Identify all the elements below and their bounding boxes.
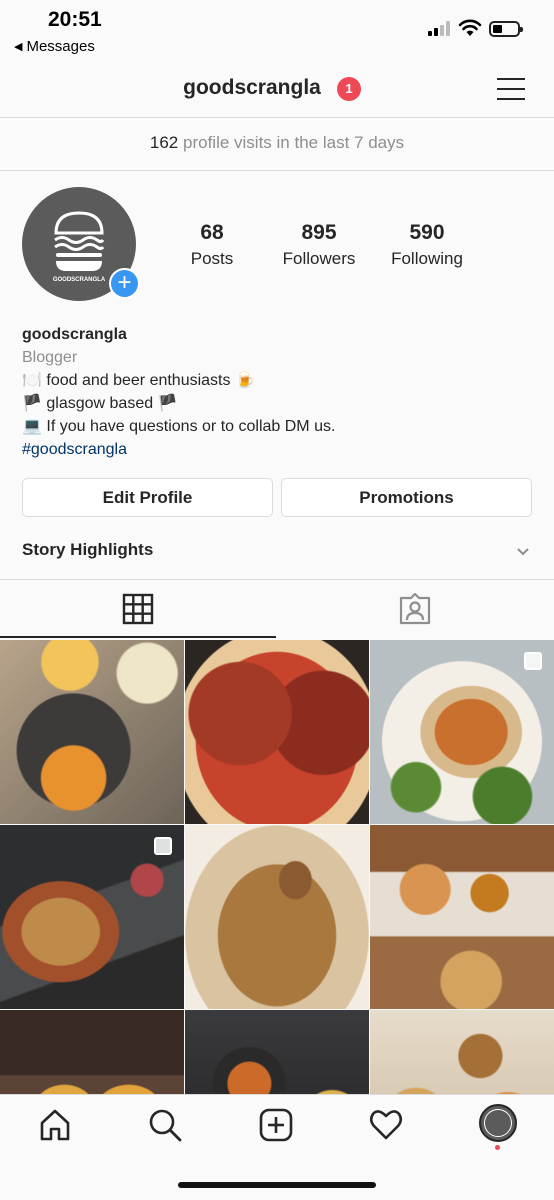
story-highlights-toggle[interactable]: Story Highlights	[22, 540, 153, 560]
activity-heart-icon[interactable]	[369, 1108, 403, 1142]
notification-dot	[495, 1145, 500, 1150]
bio-line-2: 🏴 glasgow based 🏴	[22, 395, 178, 412]
add-story-button[interactable]: +	[109, 268, 140, 299]
profile-visits-insight[interactable]: 162 profile visits in the last 7 days	[0, 119, 554, 171]
bio-hashtag-link[interactable]: #goodscrangla	[22, 438, 532, 461]
hamburger-menu-icon[interactable]	[497, 77, 525, 101]
multiple-photos-icon	[154, 837, 172, 855]
profile-tab-avatar[interactable]	[479, 1104, 517, 1142]
grid-photo-8[interactable]	[185, 1010, 369, 1094]
following-label: Following	[391, 249, 463, 268]
grid-photo-9[interactable]	[370, 1010, 554, 1094]
back-link-label: Messages	[26, 38, 95, 55]
stat-followers[interactable]: 895 Followers	[264, 221, 374, 269]
visits-count: 162	[149, 133, 179, 152]
visits-label: profile visits in the last 7 days	[183, 133, 405, 152]
status-time: 20:51	[48, 8, 102, 31]
bio-line-3: 💻 If you have questions or to collab DM …	[22, 418, 336, 435]
notification-badge[interactable]: 1	[337, 77, 361, 101]
chevron-down-icon[interactable]	[516, 544, 530, 558]
active-tab-indicator	[0, 636, 276, 638]
search-icon[interactable]	[148, 1108, 182, 1142]
home-indicator[interactable]	[178, 1182, 376, 1188]
back-arrow-icon: ◀	[14, 41, 23, 53]
following-count: 590	[409, 221, 445, 244]
bio-category: Blogger	[22, 349, 78, 366]
bio-line-1: 🍽️ food and beer enthusiasts 🍺	[22, 372, 255, 389]
home-icon[interactable]	[38, 1108, 72, 1142]
add-post-icon[interactable]	[259, 1108, 293, 1142]
posts-label: Posts	[190, 249, 234, 268]
status-bar: 20:51 ◀ Messages	[0, 0, 554, 60]
grid-photo-5[interactable]	[185, 825, 369, 1009]
burger-logo-icon	[484, 1109, 512, 1137]
grid-photo-2[interactable]	[185, 640, 369, 824]
posts-count: 68	[200, 221, 224, 244]
grid-view-tab-icon[interactable]	[122, 593, 154, 625]
grid-photo-3[interactable]	[370, 640, 554, 824]
grid-photo-7[interactable]	[0, 1010, 184, 1094]
battery-icon	[489, 21, 523, 37]
promotions-button[interactable]: Promotions	[281, 478, 532, 517]
tagged-photos-tab-icon[interactable]	[398, 593, 432, 625]
followers-label: Followers	[282, 249, 356, 268]
back-to-messages-link[interactable]: ◀ Messages	[14, 38, 95, 55]
grid-photo-4[interactable]	[0, 825, 184, 1009]
cellular-signal-icon	[428, 21, 450, 36]
bio-display-name: goodscrangla	[22, 326, 127, 343]
profile-header-bar: goodscrangla 1	[0, 60, 554, 118]
profile-bio: goodscrangla Blogger 🍽️ food and beer en…	[22, 323, 532, 461]
stat-posts[interactable]: 68 Posts	[157, 221, 267, 269]
stat-following[interactable]: 590 Following	[372, 221, 482, 269]
photo-grid	[0, 640, 554, 1094]
profile-tabs	[0, 579, 554, 639]
followers-count: 895	[301, 221, 337, 244]
wifi-icon	[458, 19, 482, 36]
grid-photo-1[interactable]	[0, 640, 184, 824]
avatar-logo-text: GOODSCRANGLA	[53, 277, 106, 283]
profile-username-title[interactable]: goodscrangla	[183, 76, 321, 99]
edit-profile-button[interactable]: Edit Profile	[22, 478, 273, 517]
multiple-photos-icon	[524, 652, 542, 670]
grid-photo-6[interactable]	[370, 825, 554, 1009]
